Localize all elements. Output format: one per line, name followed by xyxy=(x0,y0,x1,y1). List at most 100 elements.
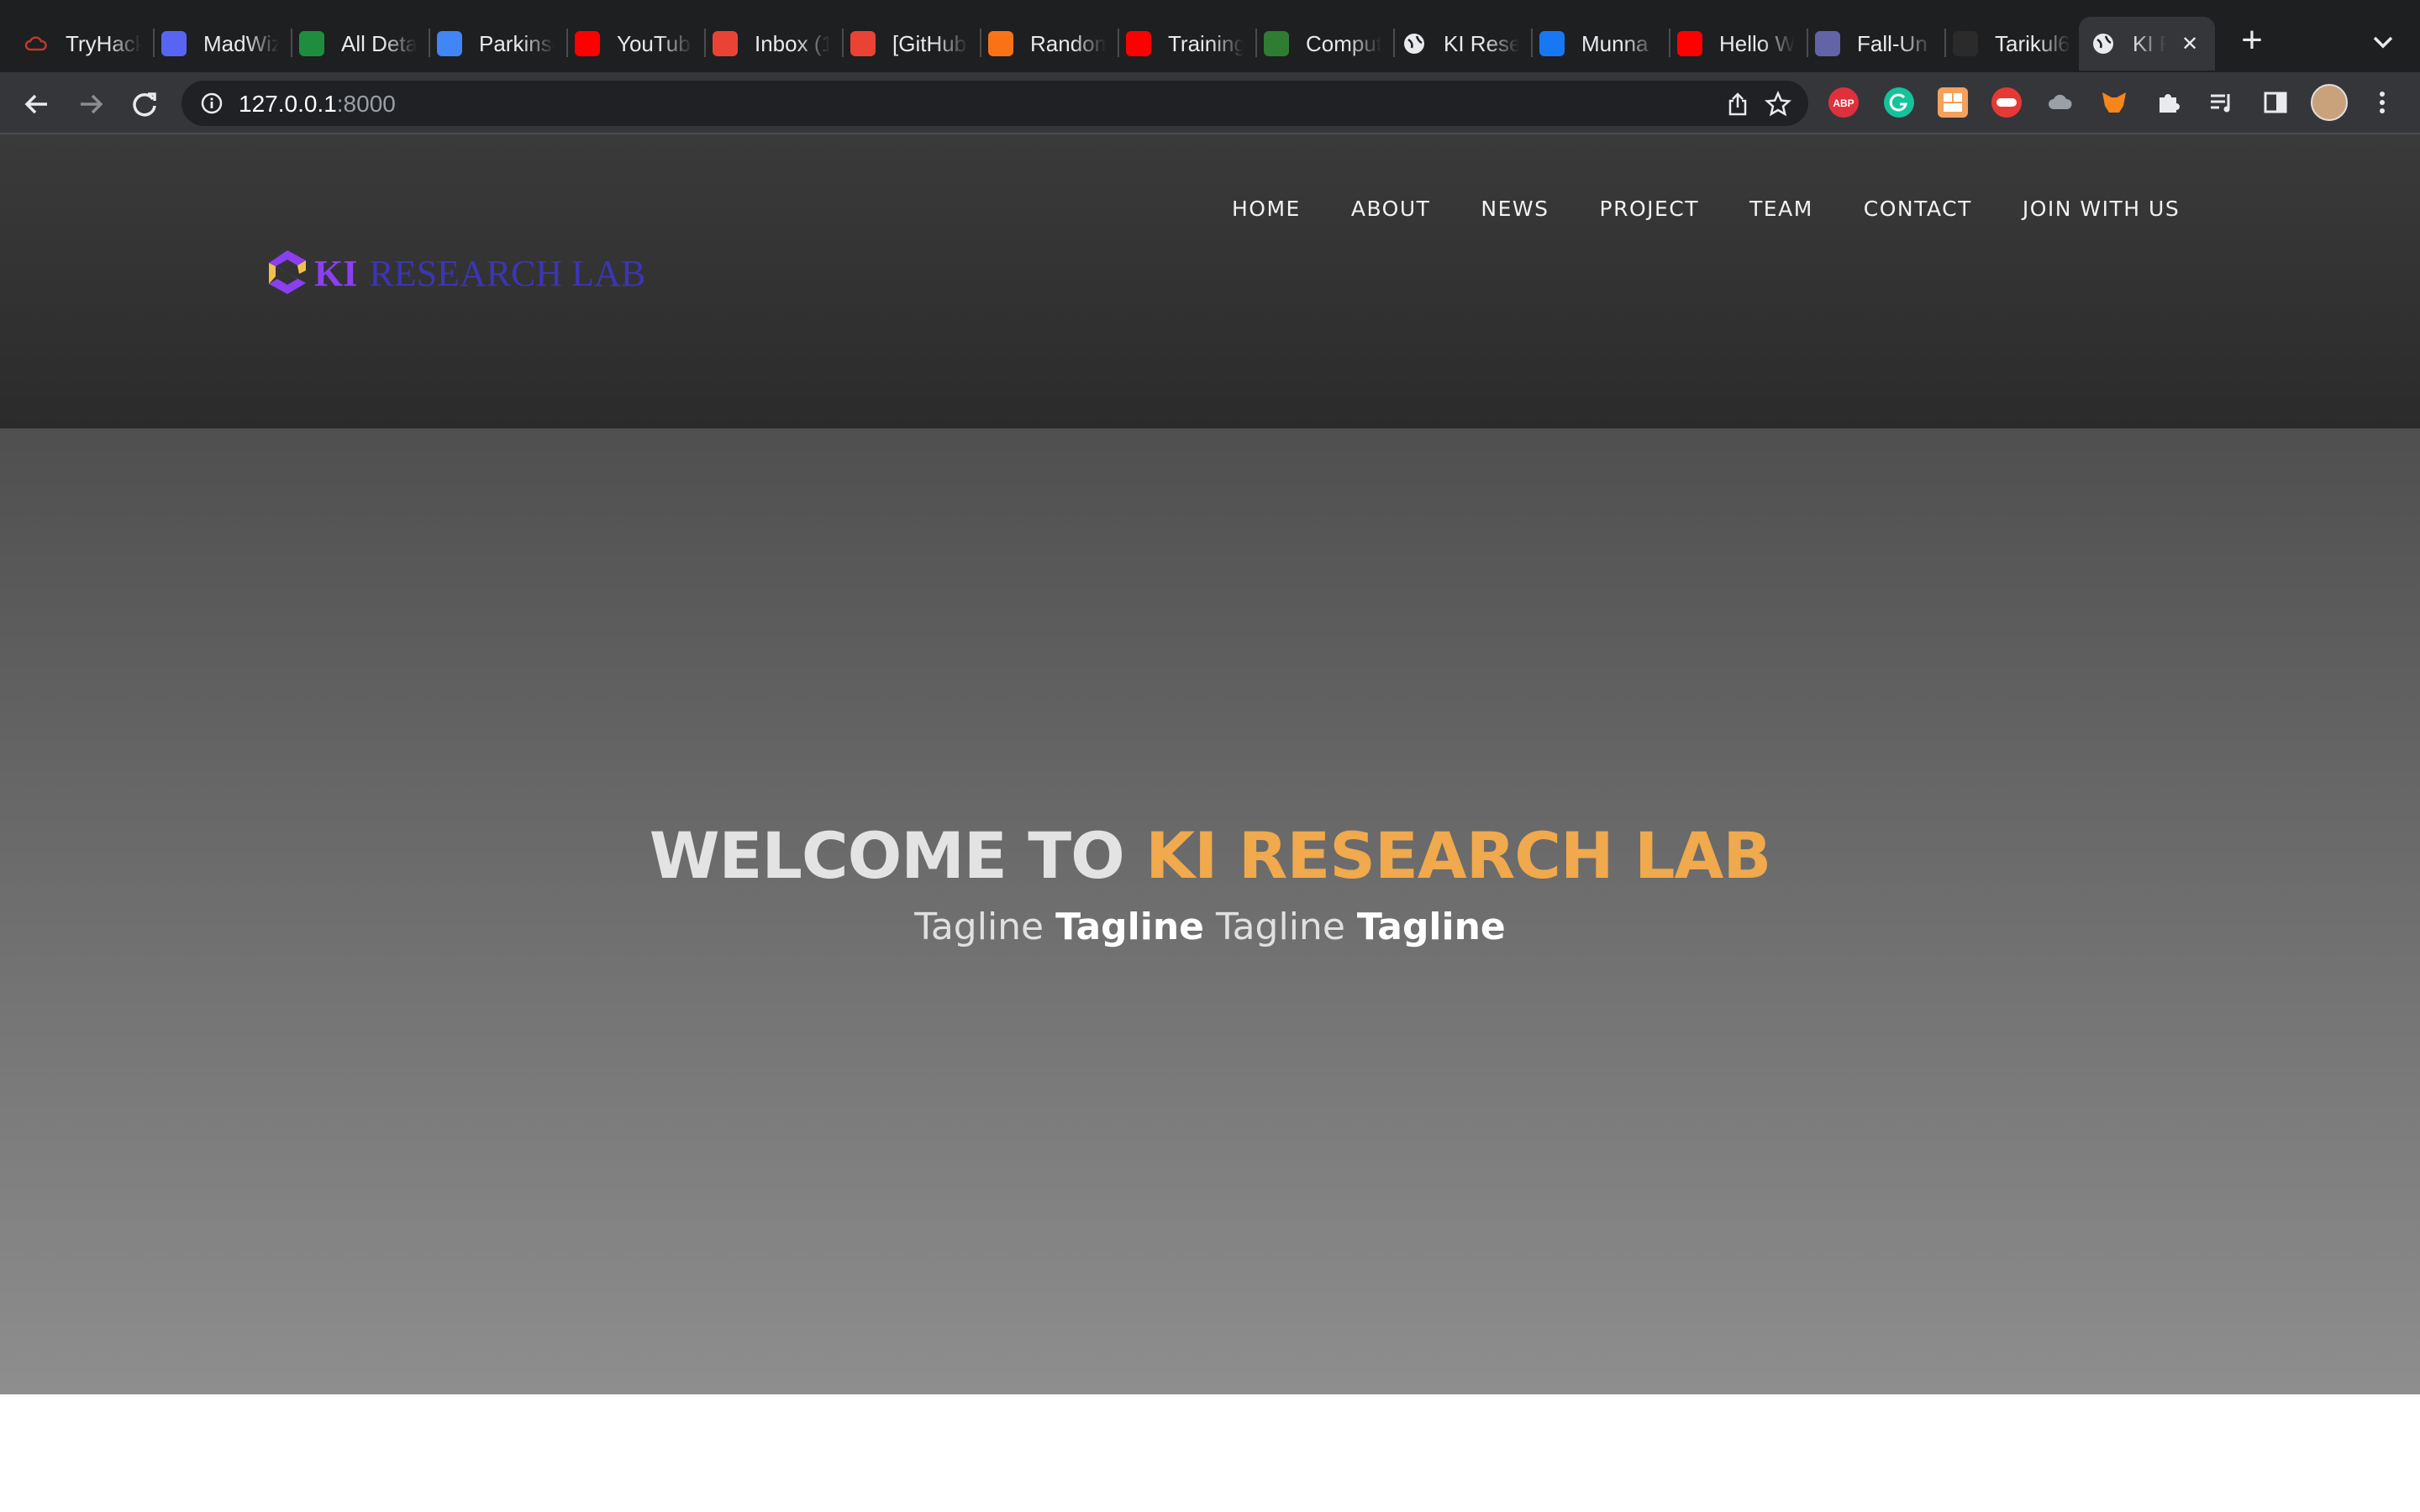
nav-join-with-us[interactable]: JOIN WITH US xyxy=(2023,197,2180,221)
tab[interactable]: Munna xyxy=(1539,17,1665,71)
cloud-icon xyxy=(24,31,49,56)
tab[interactable]: Parkinsons xyxy=(437,17,563,71)
tab-separator xyxy=(429,29,430,57)
tab-search-button[interactable] xyxy=(2366,25,2400,59)
tab[interactable]: Hello World xyxy=(1677,17,1803,71)
tab-title: Training xyxy=(1168,30,1244,57)
site-logo[interactable]: KI RESEARCH LAB xyxy=(264,249,645,297)
nav-project[interactable]: PROJECT xyxy=(1600,197,1700,221)
bookmark-star-icon[interactable] xyxy=(1765,91,1791,118)
tab-title: Inbox (1 xyxy=(755,30,830,57)
tab[interactable]: TryHackMe xyxy=(24,17,150,71)
tab[interactable]: Tarikul6 xyxy=(1953,17,2079,71)
share-icon[interactable] xyxy=(1724,91,1751,118)
profile-avatar[interactable] xyxy=(2311,84,2348,121)
tab[interactable]: Training xyxy=(1126,17,1252,71)
tab-title: Random xyxy=(1030,30,1106,57)
tab-separator xyxy=(1944,29,1946,57)
browser-tab-strip: TryHackMe MadWiz All Details Parkinsons YouT… xyxy=(0,0,2420,72)
tab-separator xyxy=(1255,29,1257,57)
forward-button[interactable] xyxy=(71,84,111,124)
side-panel-button[interactable] xyxy=(2260,87,2291,118)
chevron-down-icon xyxy=(2373,36,2393,49)
tab-separator xyxy=(1531,29,1533,57)
media-control-button[interactable] xyxy=(2207,87,2237,118)
tab-separator xyxy=(842,29,844,57)
tagline-word: Tagline xyxy=(1356,906,1506,948)
tab-separator xyxy=(704,29,706,57)
youtube-icon xyxy=(1677,31,1702,56)
nav-contact[interactable]: CONTACT xyxy=(1864,197,1972,221)
tab-title: Tarikul6 xyxy=(1995,30,2070,57)
github-icon xyxy=(1953,31,1978,56)
sheets-icon xyxy=(299,31,324,56)
site-nav: HOME ABOUT NEWS PROJECT TEAM CONTACT JOI… xyxy=(1232,197,2180,221)
youtube-icon xyxy=(1126,31,1151,56)
tagline-word: Tagline xyxy=(914,906,1044,948)
logo-mark-icon xyxy=(269,250,306,294)
tagline-word: Tagline xyxy=(1216,906,1345,948)
info-icon[interactable] xyxy=(200,92,224,115)
svg-text:ABP: ABP xyxy=(1833,97,1854,109)
playlist-icon xyxy=(2211,94,2230,113)
tagline-word: Tagline xyxy=(1055,906,1204,948)
nav-about[interactable]: ABOUT xyxy=(1351,197,1431,221)
close-tab-icon[interactable]: ✕ xyxy=(2181,32,2198,56)
dashboard-extension-icon[interactable] xyxy=(1938,87,1968,118)
nav-home[interactable]: HOME xyxy=(1232,197,1301,221)
grid-icon xyxy=(1944,93,1962,112)
toggle-icon xyxy=(1996,98,2017,107)
back-button[interactable] xyxy=(17,84,57,124)
more-vert-icon xyxy=(2380,92,2385,113)
tab-title: KI Research xyxy=(2133,30,2166,57)
tab-title: KI Research xyxy=(1444,30,1519,57)
tab-separator xyxy=(1669,29,1670,57)
globe-icon xyxy=(1402,31,1427,56)
tab-title: Parkinsons xyxy=(479,30,555,57)
reload-button[interactable] xyxy=(124,84,165,124)
tab-title: Munna xyxy=(1581,30,1657,57)
tab-separator xyxy=(1807,29,1808,57)
site-header: KI RESEARCH LAB HOME ABOUT NEWS PROJECT … xyxy=(0,134,2420,428)
address-bar[interactable]: 127.0.0.1:8000 xyxy=(182,81,1808,126)
nav-team[interactable]: TEAM xyxy=(1749,197,1813,221)
tab-separator xyxy=(566,29,568,57)
grammarly-icon xyxy=(1889,93,1907,112)
arrow-left-icon xyxy=(24,94,47,114)
tab[interactable]: Computer xyxy=(1264,17,1390,71)
tab-active[interactable]: KI Research ✕ xyxy=(2079,17,2215,71)
adblock-extension-icon[interactable]: ABP xyxy=(1828,87,1859,118)
logo-research-lab-text: RESEARCH LAB xyxy=(369,252,646,294)
grammarly-extension-icon[interactable] xyxy=(1884,87,1914,118)
tab[interactable]: Inbox (1 xyxy=(713,17,839,71)
new-tab-button[interactable]: + xyxy=(2235,22,2269,59)
tab[interactable]: KI Research xyxy=(1402,17,1528,71)
tab[interactable]: YouTube xyxy=(575,17,701,71)
side-panel-icon xyxy=(2264,92,2287,113)
tab-title: Fall-Un xyxy=(1857,30,1933,57)
tab-title: Hello World xyxy=(1719,30,1795,57)
tab[interactable]: Fall-Un xyxy=(1815,17,1941,71)
hero-tagline: Tagline Tagline Tagline Tagline xyxy=(0,906,2420,948)
tab[interactable]: Random xyxy=(988,17,1114,71)
reload-icon xyxy=(133,92,156,117)
toggle-extension-icon[interactable] xyxy=(1991,87,2022,118)
tab-separator xyxy=(153,29,155,57)
logo-ki-text: KI xyxy=(314,252,358,294)
tab[interactable]: MadWiz xyxy=(161,17,287,71)
fox-icon xyxy=(2102,92,2126,113)
tab-separator xyxy=(1118,29,1119,57)
tab[interactable]: All Details xyxy=(299,17,425,71)
cloud-icon xyxy=(2049,94,2072,109)
extensions-button[interactable] xyxy=(2153,87,2183,118)
tab-separator xyxy=(291,29,292,57)
metamask-extension-icon[interactable] xyxy=(2099,87,2129,118)
nav-news[interactable]: NEWS xyxy=(1481,197,1549,221)
tab-title: All Details xyxy=(341,30,417,57)
browser-menu-button[interactable] xyxy=(2370,87,2395,118)
cloud-extension-icon[interactable] xyxy=(2045,87,2075,118)
youtube-icon xyxy=(575,31,600,56)
hero-brand-text: KI RESEARCH LAB xyxy=(1145,818,1771,893)
url-text: 127.0.0.1:8000 xyxy=(239,91,396,118)
tab[interactable]: [GitHub xyxy=(850,17,976,71)
